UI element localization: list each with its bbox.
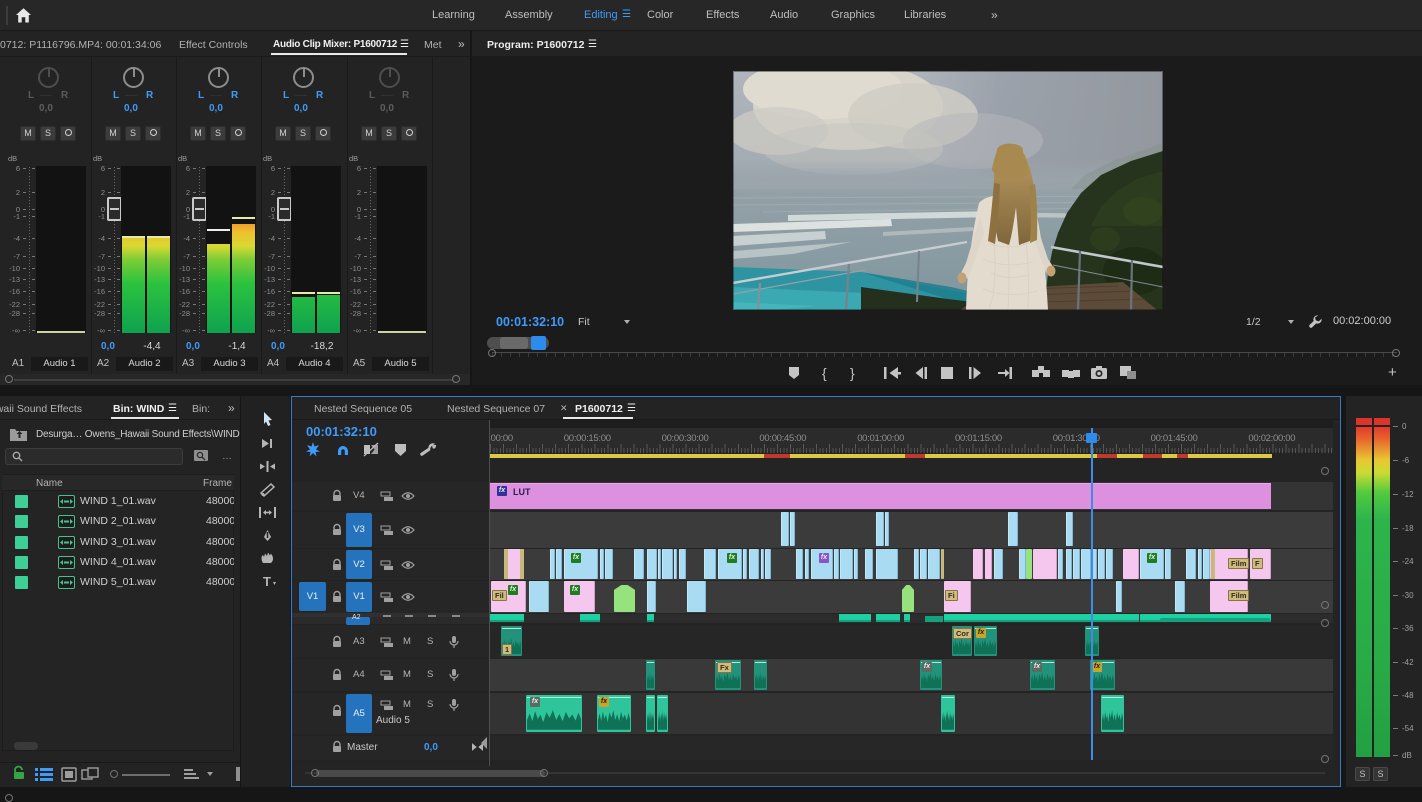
svg-text:T: T [263,574,271,589]
svg-text:}: } [850,365,855,381]
svg-text:{: { [822,365,827,381]
